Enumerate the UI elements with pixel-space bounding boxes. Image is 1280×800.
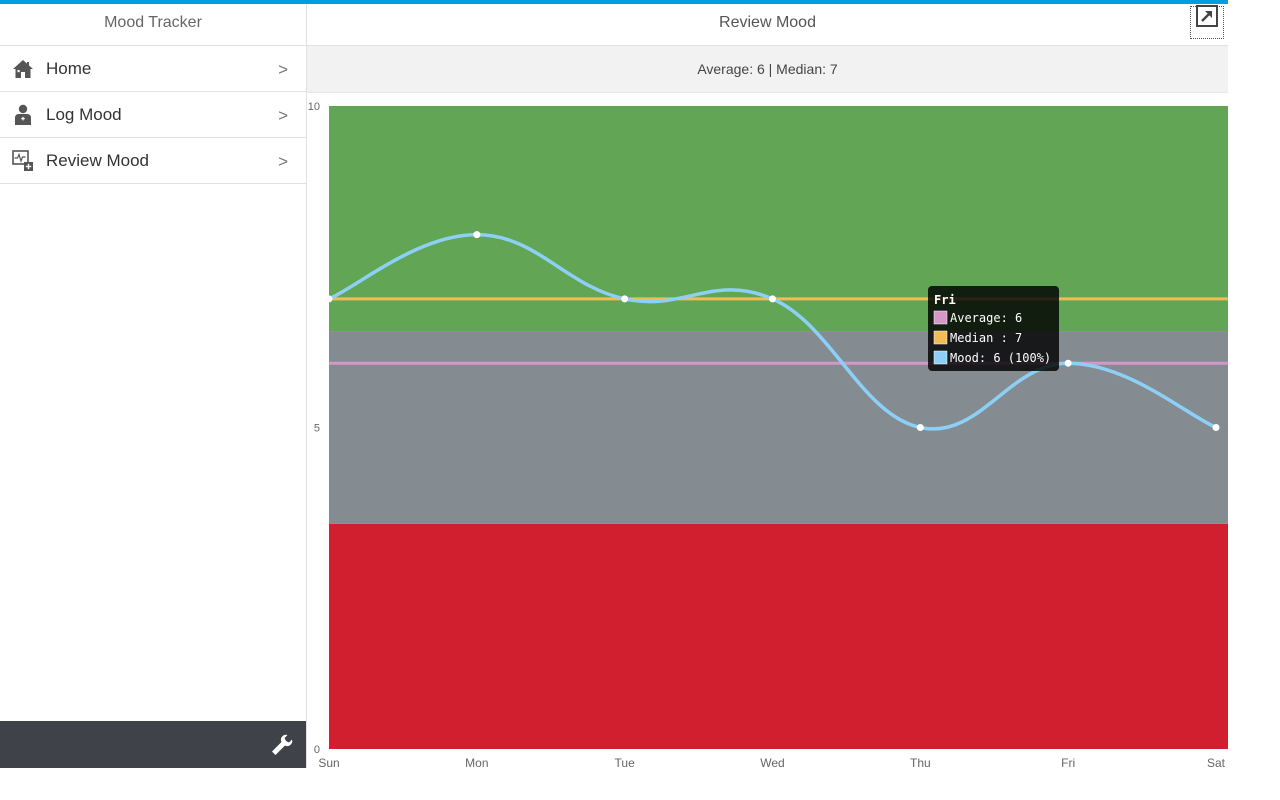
chart-band-2 — [329, 106, 1228, 332]
mood-point-tue — [621, 295, 629, 303]
home-icon — [11, 57, 35, 81]
tooltip-line-mood: Mood: 6 (100%) — [950, 351, 1051, 365]
x-tick-label: Wed — [760, 756, 784, 770]
tooltip-title: Fri — [934, 293, 956, 307]
x-tick-label: Tue — [615, 756, 636, 770]
tooltip-swatch-median — [933, 330, 948, 345]
mood-point-mon — [473, 231, 481, 239]
mood-chart: 0 5 10 Sun Mon Tue Wed Thu Fri Sat Fri Average: … — [308, 101, 1228, 770]
sidebar-item-label: Review Mood — [46, 150, 149, 170]
health-monitor-icon — [11, 149, 35, 173]
mood-chart-container: 0 5 10 Sun Mon Tue Wed Thu Fri Sat Fri Average: … — [300, 96, 1228, 776]
y-tick-label: 0 — [314, 744, 320, 756]
chart-bands — [329, 106, 1228, 749]
page-title: Review Mood — [719, 14, 816, 31]
chart-band-1 — [329, 331, 1228, 524]
chart-band-0 — [329, 523, 1228, 749]
sidebar-footer — [0, 721, 306, 768]
tooltip-swatch-mood — [933, 350, 948, 365]
app-title: Mood Tracker — [0, 4, 306, 46]
sidebar: Mood Tracker Home > Log Mood > Review Mo… — [0, 4, 307, 768]
x-tick-label: Thu — [910, 756, 931, 770]
tooltip-swatch-average — [933, 310, 948, 325]
y-axis: 0 5 10 — [308, 101, 320, 756]
x-tick-label: Mon — [465, 756, 488, 770]
sidebar-item-home[interactable]: Home > — [0, 46, 306, 92]
x-axis: Sun Mon Tue Wed Thu Fri Sat — [318, 756, 1225, 770]
tooltip-line-median: Median : 7 — [950, 331, 1022, 345]
sidebar-item-log-mood[interactable]: Log Mood > — [0, 92, 306, 138]
mood-point-sun — [325, 295, 333, 303]
tooltip-line-average: Average: 6 — [950, 311, 1022, 325]
wrench-icon[interactable] — [270, 733, 294, 757]
sidebar-item-label: Log Mood — [46, 104, 122, 124]
page-header: Review Mood — [307, 4, 1228, 46]
x-tick-label: Fri — [1061, 756, 1075, 770]
mood-point-wed — [769, 295, 776, 303]
summary-stats: Average: 6 | Median: 7 — [307, 46, 1228, 93]
mood-point-thu — [916, 424, 924, 431]
chevron-right-icon: > — [278, 60, 288, 79]
mood-point-fri — [1064, 359, 1072, 367]
y-tick-label: 10 — [308, 101, 320, 113]
x-tick-label: Sun — [318, 756, 339, 770]
y-tick-label: 5 — [314, 423, 320, 435]
main-panel: Review Mood Average: 6 | Median: 7 0 5 10 … — [307, 4, 1228, 770]
sidebar-item-label: Home — [46, 58, 92, 78]
expand-button[interactable] — [1190, 4, 1224, 42]
chart-tooltip: Fri Average: 6 Median : 7 Mood: 6 (100%) — [928, 286, 1059, 371]
x-tick-label: Sat — [1207, 756, 1226, 770]
doctor-icon — [11, 103, 35, 127]
expand-icon — [1196, 4, 1218, 42]
sidebar-item-review-mood[interactable]: Review Mood > — [0, 138, 306, 184]
chevron-right-icon: > — [278, 106, 288, 125]
chevron-right-icon: > — [278, 152, 288, 171]
mood-point-sat — [1212, 424, 1220, 431]
